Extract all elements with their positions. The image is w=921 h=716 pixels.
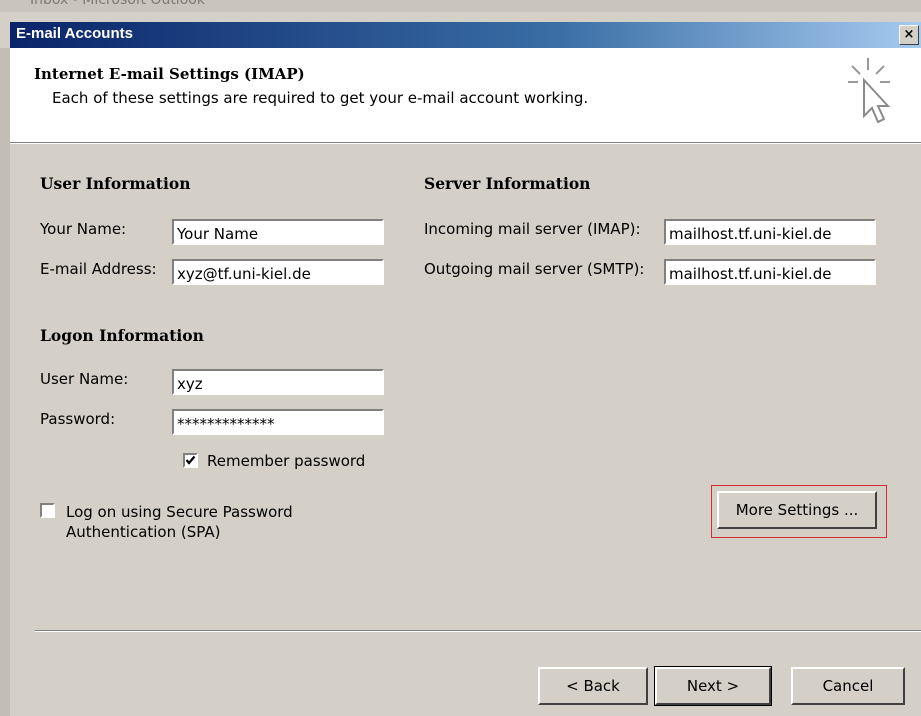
outgoing-server-field[interactable]: [664, 259, 876, 285]
email-address-field[interactable]: [172, 259, 384, 285]
user-info-heading: User Information: [40, 174, 191, 193]
your-name-label: Your Name:: [40, 220, 127, 238]
remember-password-checkbox[interactable]: [183, 453, 198, 468]
incoming-server-field[interactable]: [664, 219, 876, 245]
close-button[interactable]: ×: [899, 25, 919, 45]
dialog-title: E-mail Accounts: [16, 25, 133, 42]
server-info-heading: Server Information: [424, 174, 591, 193]
cancel-button[interactable]: Cancel: [791, 667, 905, 705]
header-divider: [10, 142, 921, 144]
wizard-header: Internet E-mail Settings (IMAP) Each of …: [10, 48, 921, 142]
remember-password-label[interactable]: Remember password: [207, 452, 365, 470]
back-button[interactable]: < Back: [538, 667, 648, 705]
spa-label-line1[interactable]: Log on using Secure Password: [66, 503, 293, 521]
spa-checkbox[interactable]: [40, 503, 55, 518]
dialog-titlebar[interactable]: E-mail Accounts ×: [10, 22, 921, 48]
spa-label-line2[interactable]: Authentication (SPA): [66, 523, 220, 541]
more-settings-button[interactable]: More Settings ...: [717, 491, 877, 529]
checkmark-icon: [185, 455, 196, 465]
left-window-edge: [0, 48, 10, 716]
header-subtitle: Each of these settings are required to g…: [52, 89, 589, 107]
logon-info-heading: Logon Information: [40, 326, 204, 345]
incoming-server-label: Incoming mail server (IMAP):: [424, 220, 641, 238]
background-window-strip: Inbox - Microsoft Outlook: [0, 0, 921, 12]
header-title: Internet E-mail Settings (IMAP): [34, 65, 305, 83]
outgoing-server-label: Outgoing mail server (SMTP):: [424, 260, 645, 278]
user-name-field[interactable]: [172, 369, 384, 395]
password-label: Password:: [40, 410, 116, 428]
user-name-label: User Name:: [40, 370, 129, 388]
wizard-cursor-icon: [848, 58, 891, 124]
your-name-field[interactable]: [172, 219, 384, 245]
password-field[interactable]: [172, 409, 384, 435]
background-window-title: Inbox - Microsoft Outlook: [30, 0, 205, 8]
close-icon: ×: [903, 27, 915, 42]
next-button[interactable]: Next >: [654, 666, 772, 706]
footer-divider: [35, 630, 921, 632]
email-address-label: E-mail Address:: [40, 260, 157, 278]
